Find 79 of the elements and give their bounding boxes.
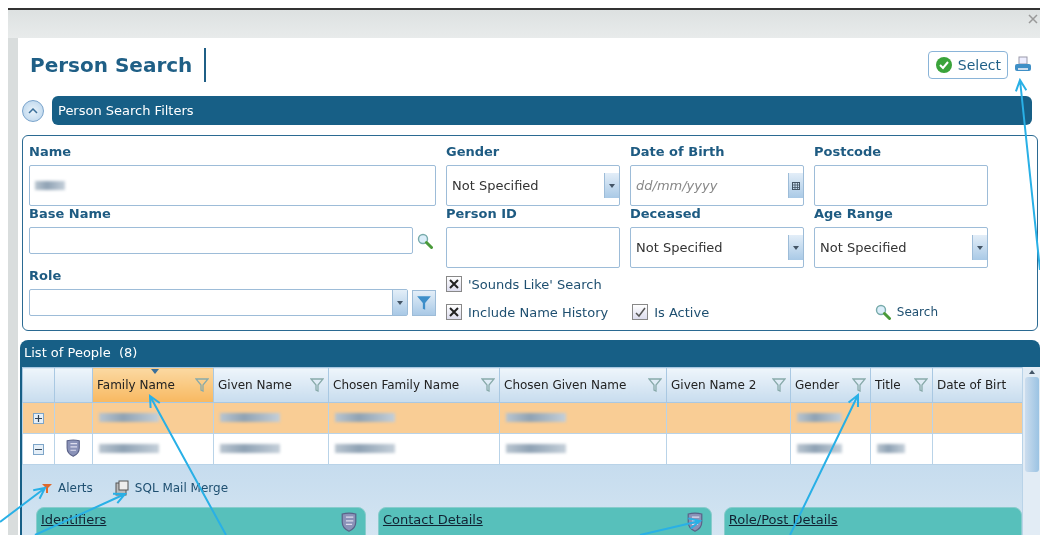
filter-icon[interactable] [914,378,928,392]
redacted-text [797,444,842,453]
field-label: Postcode [814,144,883,159]
field-label: Gender [446,144,501,159]
text-field[interactable] [29,165,436,206]
column-header[interactable]: Family Name [92,367,214,403]
field-label: Person ID [446,206,518,221]
dropdown[interactable]: Not Specified [446,165,620,206]
card-title-link[interactable]: Identifiers [41,512,107,527]
collapse-toggle[interactable] [22,99,44,122]
text-field[interactable] [814,165,988,206]
shield-icon [66,438,81,457]
redacted-text [506,444,566,453]
expand-button[interactable] [33,443,44,455]
redacted-text [220,444,280,453]
filter-icon[interactable] [648,378,662,392]
checkbox[interactable]: Is Active [632,304,710,320]
column-header[interactable]: Given Name [213,367,329,403]
redacted-text [506,413,566,422]
filter-icon[interactable] [772,378,786,392]
redacted-text [35,181,65,190]
redacted-text [797,413,842,422]
text-field[interactable] [446,227,620,268]
redacted-text [335,444,395,453]
field-label: Date of Birth [630,144,726,159]
toolbar-link[interactable]: Alerts [42,477,93,499]
expand-button[interactable] [33,412,44,424]
filter-icon[interactable] [852,378,866,392]
checkbox[interactable]: Include Name History [446,304,609,320]
redacted-text [99,413,159,422]
shield-icon [340,512,357,532]
funnel-icon [416,294,432,311]
column-header[interactable]: Given Name 2 [666,367,791,403]
printer-icon[interactable] [1014,56,1032,74]
column-header[interactable]: Gender [790,367,871,403]
plus-icon [35,414,42,422]
field-label: Role [29,268,63,283]
field-label: Deceased [630,206,702,221]
checkbox-box[interactable] [632,304,649,320]
field-label: Base Name [29,206,112,221]
checkbox[interactable]: 'Sounds Like' Search [446,276,602,292]
filter-icon[interactable] [481,378,495,392]
calendar-icon[interactable] [788,173,803,198]
search-icon [417,232,433,249]
close-icon[interactable] [1028,14,1038,24]
field-label: Name [29,144,72,159]
chevron-icon [28,107,38,114]
dropdown[interactable]: Not Specified [814,227,988,268]
select-button[interactable]: Select [927,51,1008,79]
checkbox-box[interactable] [446,304,462,320]
redacted-text [99,444,159,453]
text-field[interactable] [29,227,413,254]
search-icon [874,304,891,320]
sort-arrow-icon [150,369,159,374]
field-label: Age Range [814,206,894,221]
redacted-text [335,413,395,422]
date-field[interactable]: dd/mm/yyyy [630,165,804,206]
filter-icon[interactable] [195,378,209,392]
filter-icon[interactable] [310,378,324,392]
document-icon [114,480,129,496]
redacted-text [877,444,905,453]
callout-arrow [639,517,703,535]
search-link[interactable]: Search [874,304,938,320]
card-title-link[interactable]: Contact Details [382,512,483,527]
scrollbar[interactable] [1022,367,1040,535]
list-title: List of People (8) [23,344,139,362]
page-title: Person Search [30,48,207,82]
column-header[interactable]: Chosen Given Name [499,367,667,403]
section-title: Person Search Filters [58,103,194,118]
filter-button[interactable] [412,289,436,316]
funnel-icon [42,483,52,493]
card-title-link[interactable]: Role/Post Details [728,512,838,527]
column-header[interactable]: Chosen Family Name [328,367,500,403]
check-icon [934,56,953,74]
dropdown[interactable]: Not Specified [630,227,804,268]
checkbox-box[interactable] [446,276,462,292]
column-header[interactable]: Title [870,367,933,403]
column-header[interactable]: Date of Birt [932,367,1023,403]
redacted-text [220,413,280,422]
